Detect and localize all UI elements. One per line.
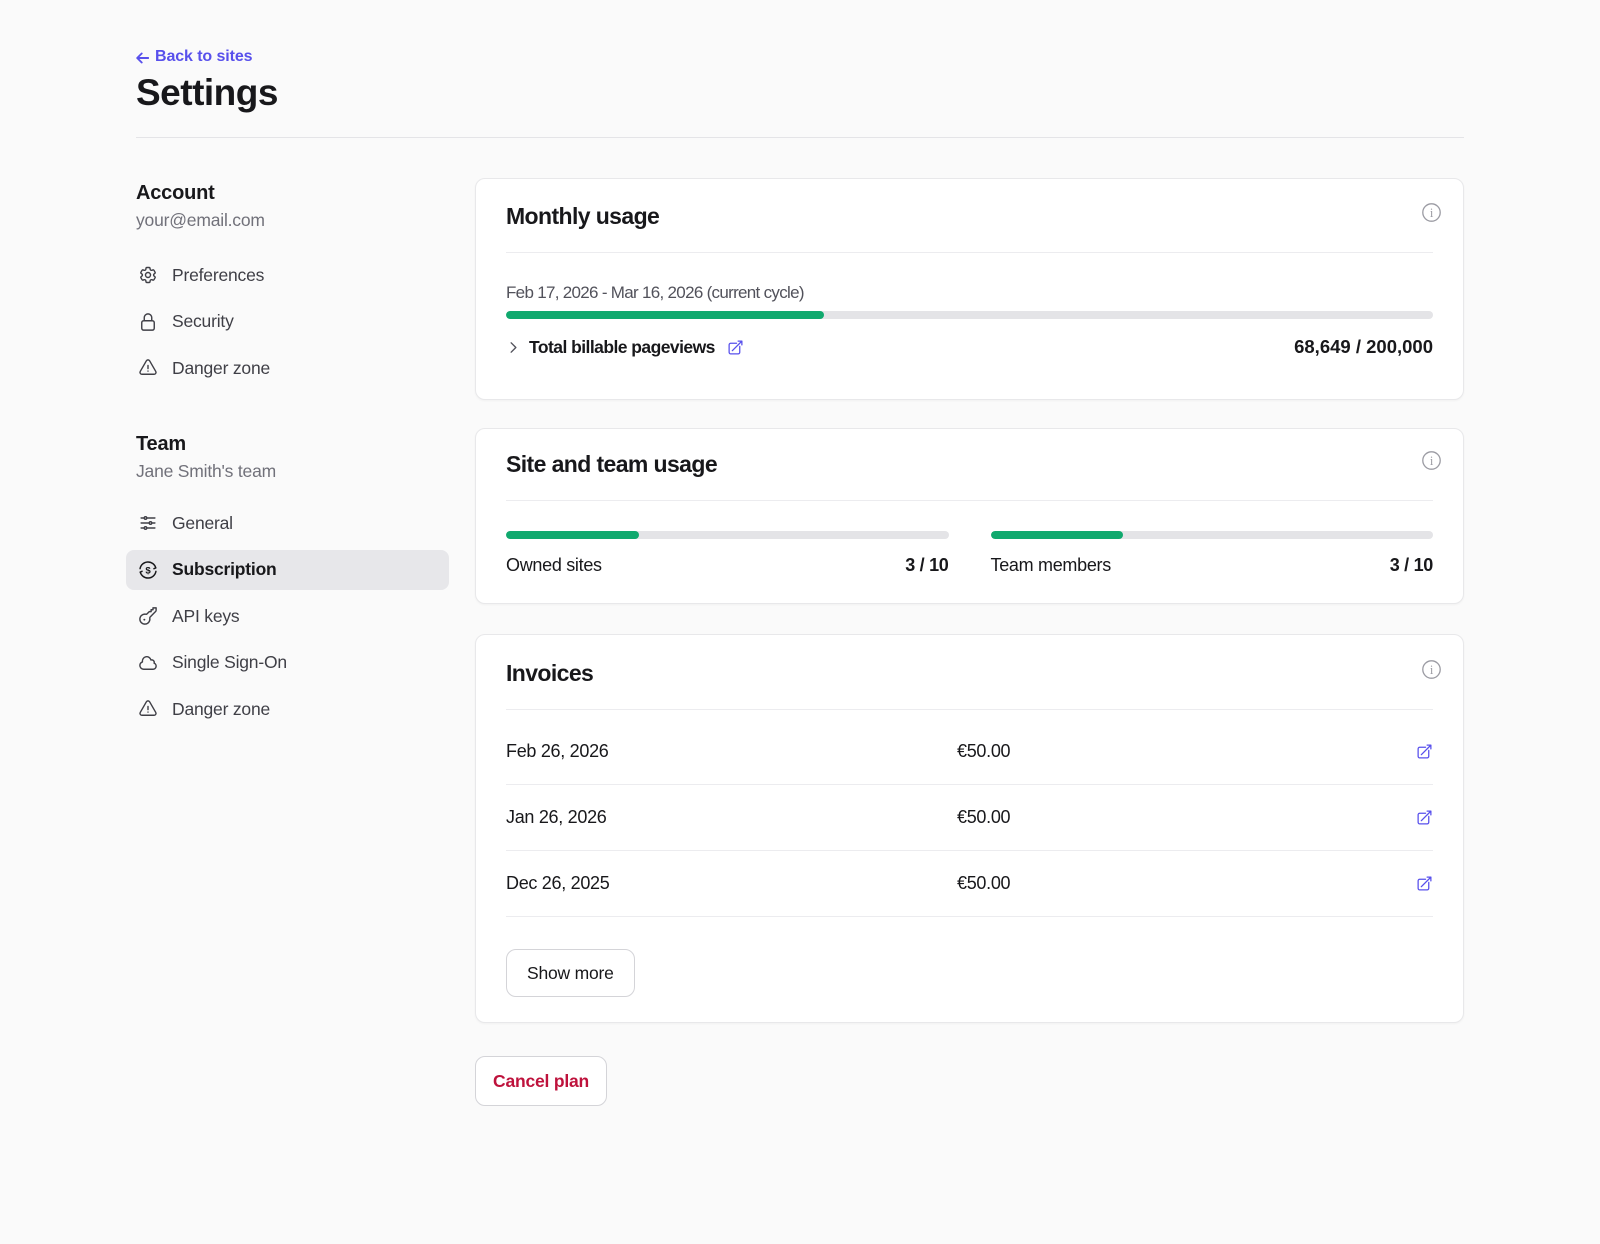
svg-text:i: i [1430, 662, 1434, 676]
svg-text:i: i [1430, 205, 1434, 219]
svg-text:$: $ [145, 565, 151, 576]
svg-text:i: i [1430, 453, 1434, 467]
